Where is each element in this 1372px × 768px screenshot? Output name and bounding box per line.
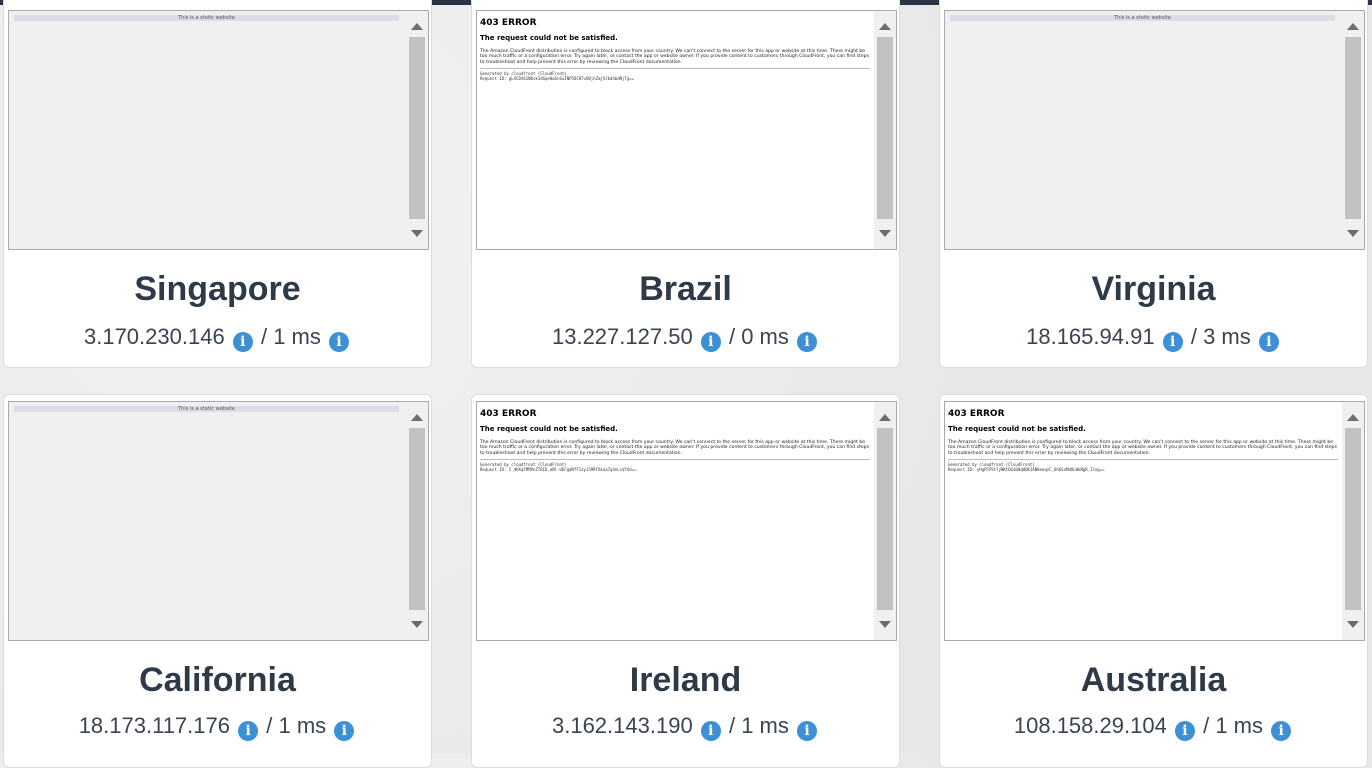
- static-site-banner: This is a static website: [14, 406, 399, 412]
- static-site-banner: This is a static website: [950, 15, 1335, 21]
- error-page: 403 ERROR The request could not be satisf…: [480, 14, 870, 81]
- location-name: Australia: [1080, 661, 1227, 699]
- ip-address: 13.227.127.50: [551, 324, 693, 349]
- ping-time: 1 ms: [741, 713, 789, 738]
- ip-ping-line: 108.158.29.104 i / 1 ms i: [940, 713, 1367, 741]
- error-request-id: Request ID: C_dHXqFMMVnZTRID_aNl-UEFgdRf…: [480, 466, 637, 472]
- separator: /: [1203, 713, 1210, 738]
- location-name: California: [139, 661, 296, 699]
- site-preview-frame[interactable]: 403 ERROR The request could not be satisf…: [476, 401, 897, 641]
- scroll-down-arrow-icon[interactable]: [879, 230, 891, 237]
- location-card-singapore: This is a static website Singapore 3.170…: [3, 0, 432, 368]
- ping-time: 3 ms: [1203, 324, 1251, 349]
- error-heading: The request could not be satisfied.: [480, 425, 618, 433]
- location-card-california: This is a static website California 18.1…: [3, 394, 432, 768]
- error-divider: [480, 459, 870, 461]
- ip-ping-line: 13.227.127.50 i / 0 ms i: [472, 324, 899, 352]
- ping-info-icon[interactable]: i: [329, 332, 349, 352]
- error-request-id: Request ID: yHgPCPSt7yNKtDGzB0qWQK1AN8ee…: [948, 466, 1105, 472]
- scroll-up-arrow-icon[interactable]: [879, 23, 891, 30]
- scroll-thumb[interactable]: [1345, 428, 1361, 610]
- site-preview-frame[interactable]: 403 ERROR The request could not be satisf…: [476, 10, 897, 250]
- error-divider: [480, 68, 870, 70]
- scroll-thumb[interactable]: [877, 37, 893, 219]
- ping-time: 1 ms: [1215, 713, 1263, 738]
- scroll-up-arrow-icon[interactable]: [879, 414, 891, 421]
- location-name: Virginia: [1091, 270, 1216, 308]
- site-preview-frame[interactable]: This is a static website: [8, 10, 429, 250]
- location-name: Ireland: [629, 661, 742, 699]
- ip-ping-line: 18.173.117.176 i / 1 ms i: [4, 713, 431, 741]
- scroll-down-arrow-icon[interactable]: [879, 621, 891, 628]
- error-page: 403 ERROR The request could not be satisf…: [948, 405, 1338, 472]
- site-preview-frame[interactable]: This is a static website: [944, 10, 1365, 250]
- error-body: The Amazon CloudFront distribution is co…: [948, 440, 1337, 456]
- scroll-down-arrow-icon[interactable]: [1347, 621, 1359, 628]
- ip-address: 108.158.29.104: [1013, 713, 1167, 738]
- ip-address: 18.173.117.176: [78, 713, 230, 738]
- ip-ping-line: 3.162.143.190 i / 1 ms i: [472, 713, 899, 741]
- scroll-thumb[interactable]: [1345, 37, 1361, 219]
- separator: /: [266, 713, 273, 738]
- ping-time: 0 ms: [741, 324, 789, 349]
- separator: /: [1190, 324, 1197, 349]
- ip-ping-line: 3.170.230.146 i / 1 ms i: [4, 324, 431, 352]
- scroll-thumb[interactable]: [409, 37, 425, 219]
- error-heading: The request could not be satisfied.: [948, 425, 1086, 433]
- ip-info-icon[interactable]: i: [1162, 332, 1183, 352]
- error-title: 403 ERROR: [480, 18, 537, 28]
- ping-info-icon[interactable]: i: [797, 332, 817, 352]
- ip-info-icon[interactable]: i: [232, 332, 253, 352]
- separator: /: [260, 324, 268, 349]
- error-request-id: Request ID: gLVCDX61NKsk3dGqeHwSnSuINP5O…: [480, 75, 635, 81]
- ping-info-icon[interactable]: i: [797, 721, 817, 741]
- separator: /: [728, 713, 736, 738]
- location-card-brazil: 403 ERROR The request could not be satisf…: [471, 0, 900, 368]
- scroll-down-arrow-icon[interactable]: [411, 621, 423, 628]
- ping-info-icon[interactable]: i: [1258, 332, 1279, 352]
- location-card-virginia: This is a static website Virginia 18.165…: [939, 0, 1368, 368]
- ip-info-icon[interactable]: i: [700, 332, 721, 352]
- ping-info-icon[interactable]: i: [334, 721, 355, 741]
- location-card-australia: 403 ERROR The request could not be satisf…: [939, 394, 1368, 768]
- scroll-down-arrow-icon[interactable]: [411, 230, 423, 237]
- location-name: Brazil: [639, 270, 732, 308]
- error-heading: The request could not be satisfied.: [480, 34, 618, 42]
- ping-time: 1 ms: [278, 713, 327, 738]
- preview-scrollbar[interactable]: [406, 402, 428, 640]
- ip-info-icon[interactable]: i: [700, 721, 721, 741]
- error-page: 403 ERROR The request could not be satisf…: [480, 405, 870, 472]
- scroll-thumb[interactable]: [409, 428, 425, 610]
- static-site-banner: This is a static website: [14, 15, 399, 21]
- preview-scrollbar[interactable]: [874, 402, 896, 640]
- scroll-up-arrow-icon[interactable]: [1347, 23, 1359, 30]
- scroll-thumb[interactable]: [877, 428, 893, 610]
- site-preview-frame[interactable]: 403 ERROR The request could not be satisf…: [944, 401, 1365, 641]
- scroll-up-arrow-icon[interactable]: [1347, 414, 1359, 421]
- scroll-up-arrow-icon[interactable]: [411, 23, 423, 30]
- location-card-ireland: 403 ERROR The request could not be satisf…: [471, 394, 900, 768]
- error-title: 403 ERROR: [948, 409, 1005, 419]
- error-divider: [948, 459, 1338, 461]
- site-preview-frame[interactable]: This is a static website: [8, 401, 429, 641]
- preview-scrollbar[interactable]: [1342, 11, 1364, 249]
- ip-info-icon[interactable]: i: [1174, 721, 1195, 741]
- ping-time: 1 ms: [273, 324, 321, 349]
- preview-scrollbar[interactable]: [874, 11, 896, 249]
- ip-ping-line: 18.165.94.91 i / 3 ms i: [940, 324, 1367, 352]
- preview-scrollbar[interactable]: [1342, 402, 1364, 640]
- error-title: 403 ERROR: [480, 409, 537, 419]
- ip-info-icon[interactable]: i: [238, 721, 259, 741]
- ip-address: 18.165.94.91: [1026, 324, 1155, 349]
- scroll-down-arrow-icon[interactable]: [1347, 230, 1359, 237]
- separator: /: [728, 324, 736, 349]
- location-name: Singapore: [134, 270, 301, 308]
- ip-address: 3.170.230.146: [83, 324, 225, 349]
- error-body: The Amazon CloudFront distribution is co…: [480, 440, 869, 456]
- scroll-up-arrow-icon[interactable]: [411, 414, 423, 421]
- ip-address: 3.162.143.190: [551, 713, 693, 738]
- ping-info-icon[interactable]: i: [1271, 721, 1292, 741]
- error-body: The Amazon CloudFront distribution is co…: [480, 49, 869, 65]
- preview-scrollbar[interactable]: [406, 11, 428, 249]
